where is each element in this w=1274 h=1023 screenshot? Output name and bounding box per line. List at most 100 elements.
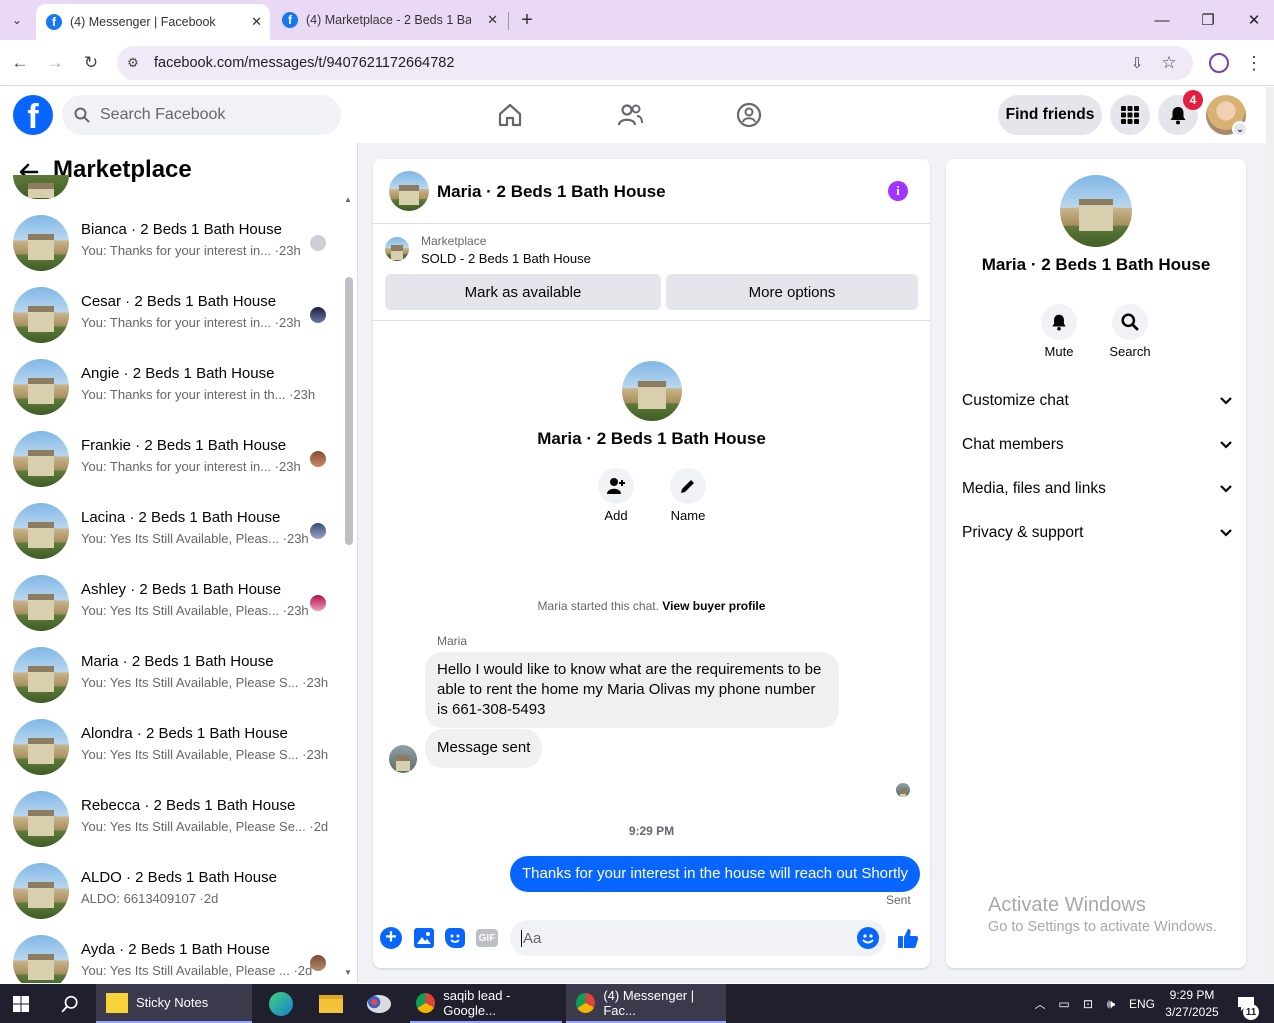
incoming-message[interactable]: Message sent <box>425 729 543 768</box>
bookmark-star-icon[interactable]: ☆ <box>1159 53 1179 73</box>
page-scrollbar[interactable] <box>1266 87 1274 983</box>
close-icon[interactable]: ✕ <box>487 12 498 28</box>
windows-start-icon[interactable] <box>0 984 42 1023</box>
facebook-logo[interactable]: f <box>13 95 53 135</box>
conversation-snippet: You: Yes Its Still Available, Please ...… <box>81 963 313 978</box>
conversation-item-ayda[interactable]: Ayda · 2 Beds 1 Bath House You: Yes Its … <box>0 935 340 983</box>
scroll-down-arrow-icon[interactable]: ▼ <box>344 968 352 977</box>
section-media-files-links[interactable]: Media, files and links <box>962 474 1232 504</box>
chevron-down-icon <box>1220 524 1232 542</box>
conversation-item-frankie[interactable]: Frankie · 2 Beds 1 Bath House You: Thank… <box>0 431 340 503</box>
search-input[interactable]: Search Facebook <box>62 95 341 135</box>
listing-thumbnail[interactable] <box>385 237 409 261</box>
find-friends-button[interactable]: Find friends <box>998 95 1102 135</box>
conversation-item-maria[interactable]: Maria · 2 Beds 1 Bath House You: Yes Its… <box>0 647 340 719</box>
device-icon[interactable]: ▭ <box>1055 984 1073 1023</box>
reload-icon[interactable]: ↻ <box>79 52 103 74</box>
taskbar-search-icon[interactable] <box>50 984 90 1023</box>
file-explorer-icon[interactable] <box>316 984 346 1023</box>
home-icon[interactable] <box>496 101 524 129</box>
facebook-favicon-icon: f <box>46 14 62 30</box>
chrome-menu-icon[interactable]: ⋮ <box>1245 51 1263 75</box>
search-icon[interactable] <box>1112 304 1148 340</box>
chevron-down-icon[interactable]: ⌄ <box>1232 121 1248 137</box>
gif-icon[interactable]: GIF <box>476 929 498 947</box>
conversation-item-aldo[interactable]: ALDO · 2 Beds 1 Bath House ALDO: 6613409… <box>0 863 340 935</box>
outgoing-message[interactable]: Thanks for your interest in the house wi… <box>510 856 921 892</box>
site-info-icon[interactable]: ⚙ <box>124 54 142 72</box>
tab-title: (4) Messenger | Facebook <box>70 15 216 29</box>
tab-marketplace[interactable]: f (4) Marketplace - 2 Beds 1 Bath ✕ <box>272 0 506 40</box>
profile-avatar <box>622 361 682 421</box>
sender-avatar[interactable] <box>389 745 417 773</box>
profile-icon[interactable] <box>1209 53 1229 73</box>
conversation-item-bianca[interactable]: Bianca · 2 Beds 1 Bath House You: Thanks… <box>0 215 340 287</box>
volume-icon[interactable]: 🕪 <box>1101 984 1121 1023</box>
tab-search-icon[interactable]: ⌄ <box>6 10 28 30</box>
sidebar-scroll-thumb[interactable] <box>345 277 353 545</box>
paint-icon[interactable] <box>364 984 394 1023</box>
install-app-icon[interactable]: ⇩ <box>1127 53 1147 73</box>
chevron-down-icon <box>1220 392 1232 410</box>
clock[interactable]: 9:29 PM 3/27/2025 <box>1160 984 1224 1023</box>
incoming-message[interactable]: Hello I would like to know what are the … <box>425 652 839 728</box>
new-tab-plus-icon[interactable]: + <box>516 8 538 32</box>
chat-title[interactable]: Maria · 2 Beds 1 Bath House <box>437 182 666 202</box>
conversation-item-cesar[interactable]: Cesar · 2 Beds 1 Bath House You: Thanks … <box>0 287 340 359</box>
message-input[interactable] <box>510 920 886 956</box>
section-label: Media, files and links <box>962 480 1106 497</box>
tab-messenger[interactable]: f (4) Messenger | Facebook ✕ <box>36 4 270 40</box>
view-buyer-profile-link[interactable]: View buyer profile <box>662 599 765 613</box>
mute-bell-icon[interactable] <box>1041 304 1077 340</box>
chat-started-notice: Maria started this chat. View buyer prof… <box>373 599 930 613</box>
conversation-item-rebecca[interactable]: Rebecca · 2 Beds 1 Bath House You: Yes I… <box>0 791 340 863</box>
edge-icon[interactable] <box>266 984 296 1023</box>
chevron-down-icon <box>1220 480 1232 498</box>
section-chat-members[interactable]: Chat members <box>962 430 1232 460</box>
conversation-item-angie[interactable]: Angie · 2 Beds 1 Bath House You: Thanks … <box>0 359 340 431</box>
chrome-icon <box>576 992 596 1013</box>
url-text[interactable]: facebook.com/messages/t/9407621172664782 <box>154 55 454 71</box>
network-icon[interactable]: ⊡ <box>1078 984 1098 1023</box>
conversation-item-lacina[interactable]: Lacina · 2 Beds 1 Bath House You: Yes It… <box>0 503 340 575</box>
conversation-item-ashley[interactable]: Ashley · 2 Beds 1 Bath House You: Yes It… <box>0 575 340 647</box>
maximize-icon[interactable]: ❐ <box>1185 0 1231 40</box>
add-person-icon[interactable] <box>598 468 634 504</box>
close-icon[interactable]: ✕ <box>251 14 262 30</box>
minimize-icon[interactable]: — <box>1139 0 1185 40</box>
back-arrow-icon[interactable]: ← <box>8 52 32 74</box>
conversation-item-alondra[interactable]: Alondra · 2 Beds 1 Bath House You: Yes I… <box>0 719 340 791</box>
conversation-name: Cesar · 2 Beds 1 Bath House <box>81 293 277 310</box>
groups-icon[interactable] <box>735 101 763 129</box>
message-input-placeholder: Aa <box>523 930 542 947</box>
window-close-icon[interactable]: ✕ <box>1231 0 1274 40</box>
edit-pencil-icon[interactable] <box>670 468 706 504</box>
sticker-icon[interactable] <box>445 928 465 948</box>
emoji-icon[interactable] <box>857 927 879 949</box>
friends-icon[interactable] <box>616 101 644 129</box>
read-receipt-avatar <box>896 783 910 797</box>
show-hidden-icons-chevron-icon[interactable]: ︿ <box>1030 984 1050 1023</box>
section-privacy-support[interactable]: Privacy & support <box>962 518 1232 548</box>
scroll-up-arrow-icon[interactable]: ▲ <box>344 195 352 204</box>
chat-header-avatar[interactable] <box>389 171 429 211</box>
photo-icon[interactable] <box>414 928 434 948</box>
name-label: Name <box>670 508 706 523</box>
add-attachment-plus-icon[interactable]: + <box>380 927 402 949</box>
divider <box>373 223 930 224</box>
taskbar-chrome-messenger[interactable]: (4) Messenger | Fac... <box>566 984 726 1023</box>
conversation-snippet: You: Yes Its Still Available, Please Se.… <box>81 819 329 834</box>
section-customize-chat[interactable]: Customize chat <box>962 386 1232 416</box>
more-options-button[interactable]: More options <box>666 274 918 310</box>
mute-label: Mute <box>1044 344 1074 359</box>
menu-grid-icon[interactable] <box>1110 95 1150 135</box>
taskbar-chrome-saqib[interactable]: saqib lead - Google... <box>410 984 562 1023</box>
forward-arrow-icon[interactable]: → <box>43 52 67 74</box>
mark-as-available-button[interactable]: Mark as available <box>385 274 661 310</box>
language-indicator[interactable]: ENG <box>1127 984 1157 1023</box>
info-icon[interactable]: i <box>888 181 908 201</box>
taskbar-sticky-notes[interactable]: Sticky Notes <box>96 984 252 1023</box>
text-cursor <box>521 930 522 947</box>
like-thumbs-up-icon[interactable] <box>896 926 920 950</box>
facebook-favicon-icon: f <box>282 12 298 28</box>
